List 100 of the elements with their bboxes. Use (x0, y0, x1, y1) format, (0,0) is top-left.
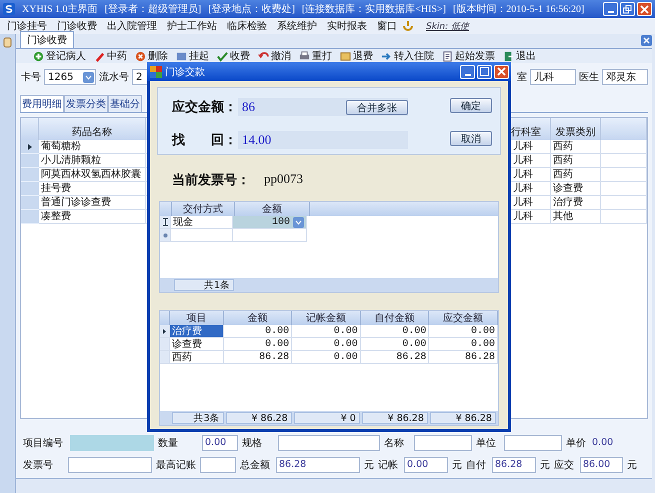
close-icon (640, 4, 649, 14)
column-header: 记帐金额 (292, 311, 361, 325)
new-row-icon (162, 232, 168, 238)
column-header: 行科室 (511, 118, 551, 140)
window-title: XYHIS 1.0主界面 (22, 2, 98, 16)
row-count: 共1条 (174, 279, 234, 291)
minimize-button[interactable] (603, 2, 618, 16)
menu-item[interactable]: 临床检验 (222, 19, 272, 33)
table-cell: 其他 (551, 210, 601, 224)
table-cell[interactable] (233, 229, 307, 242)
restore-button[interactable] (620, 2, 635, 16)
input-field[interactable]: 86.28 (492, 456, 536, 472)
table-cell: 0.00 (429, 338, 498, 351)
total-value: ¥ 86.28 (362, 412, 428, 424)
input-field[interactable] (68, 456, 152, 472)
field-label: 最高记账 (156, 458, 196, 472)
invoice-number: pp0073 (264, 171, 303, 188)
tab[interactable]: 门诊收费 (20, 31, 74, 48)
table-cell: 0.00 (224, 338, 292, 351)
table-cell (601, 182, 647, 196)
unit-label: 元 (364, 458, 374, 472)
input-field[interactable] (414, 434, 472, 450)
menu-item[interactable]: 护士工作站 (162, 19, 222, 33)
app-logo-icon (3, 3, 15, 15)
field-label: 总金额 (240, 458, 271, 472)
table-cell: 阿莫西林双氢西林胶囊 (39, 168, 146, 182)
column-header: 药品名称 (39, 118, 146, 140)
toolbar-button[interactable]: 撤消 (255, 49, 294, 63)
field-label: 卡号 (20, 70, 42, 84)
table-cell: 葡萄糖粉 (39, 140, 146, 154)
tab[interactable]: 基础分 (108, 95, 142, 112)
row-selector[interactable] (21, 140, 39, 154)
tab[interactable]: 发票分类 (64, 95, 108, 112)
menu-item[interactable]: 实时报表 (322, 19, 372, 33)
header-cell (601, 118, 647, 140)
field-label: 项目编号 (23, 436, 64, 450)
close-button[interactable] (637, 2, 652, 16)
dialog-title: 门诊交款 (165, 66, 205, 78)
invoice-number-label: 当前发票号： (172, 171, 250, 189)
card-number-combo[interactable]: 1265 (44, 69, 96, 85)
input-field[interactable]: 86.00 (580, 456, 623, 472)
close-tab-icon[interactable] (641, 35, 652, 46)
toolbar-button[interactable]: 中药 (91, 49, 130, 63)
table-cell: 86.28 (429, 351, 498, 364)
table-cell: 西药 (551, 168, 601, 182)
undo-icon (258, 50, 269, 62)
menu-item[interactable]: 窗口 (372, 19, 402, 33)
toolbar-button[interactable]: 登记病人 (30, 49, 89, 63)
menu-item[interactable]: 系统维护 (272, 19, 322, 33)
input-field[interactable] (200, 456, 236, 472)
toolbar-button[interactable]: 退费 (337, 49, 376, 63)
column-header: 自付金额 (360, 311, 430, 325)
skin-link[interactable]: Skin: 低使 (414, 20, 470, 32)
table-cell: 西药 (551, 154, 601, 168)
minimize-button[interactable] (460, 64, 475, 78)
merge-button[interactable]: 合并多张 (346, 100, 408, 114)
toolbar-button[interactable]: 收费 (214, 49, 253, 63)
menu-item[interactable]: 门诊挂号 (2, 19, 52, 33)
field-label: 记帐 (378, 458, 399, 472)
table-cell (601, 168, 647, 182)
field-label: 名称 (384, 436, 405, 450)
input-field[interactable]: 邓灵东 (602, 69, 648, 85)
maximize-button[interactable] (477, 64, 492, 78)
row-selector[interactable] (160, 325, 170, 338)
table-cell: 治疗费 (551, 196, 601, 210)
table-cell[interactable] (171, 229, 233, 242)
ok-button[interactable]: 确定 (450, 98, 492, 113)
field-label: 数量 (158, 436, 179, 450)
tab[interactable]: 费用明细 (20, 95, 64, 112)
input-field[interactable]: 86.28 (276, 456, 360, 472)
toolbar-button[interactable]: 退出 (500, 49, 539, 63)
input-field[interactable] (70, 434, 154, 450)
amount-combo[interactable]: 100 (233, 216, 307, 229)
field-value: 0.00 (592, 437, 614, 448)
input-field[interactable] (278, 434, 380, 450)
maximize-icon (480, 67, 489, 76)
unit-label: 元 (627, 458, 637, 472)
toolbar-button[interactable]: 挂起 (173, 49, 212, 63)
row-selector[interactable] (160, 216, 171, 229)
field-label: 规格 (242, 436, 263, 450)
dropdown-icon[interactable] (83, 72, 94, 82)
table-cell: 治疗费 (170, 325, 224, 338)
input-field[interactable] (504, 434, 562, 450)
close-button[interactable] (494, 64, 509, 78)
field-label: 单价 (566, 436, 587, 450)
table-cell: 小儿清肺颗粒 (39, 154, 146, 168)
cancel-button[interactable]: 取消 (450, 131, 492, 146)
dropdown-icon[interactable] (293, 216, 304, 228)
input-field[interactable]: 0.00 (202, 434, 238, 450)
plus-icon (33, 50, 44, 62)
table-cell: 挂号费 (39, 182, 146, 196)
input-field[interactable]: 儿科 (530, 69, 576, 85)
input-field[interactable]: 0.00 (404, 456, 448, 472)
toolbar-button[interactable]: 转入住院 (378, 49, 437, 63)
change-label: 找 回： (172, 131, 238, 149)
menu-item[interactable]: 门诊收费 (52, 19, 102, 33)
window-title: [版本时间：2010-5-1 16:56:20] (452, 2, 584, 16)
menu-item[interactable]: 出入院管理 (102, 19, 162, 33)
column-header: 金额 (224, 311, 292, 325)
field-label: 自付 (466, 458, 487, 472)
